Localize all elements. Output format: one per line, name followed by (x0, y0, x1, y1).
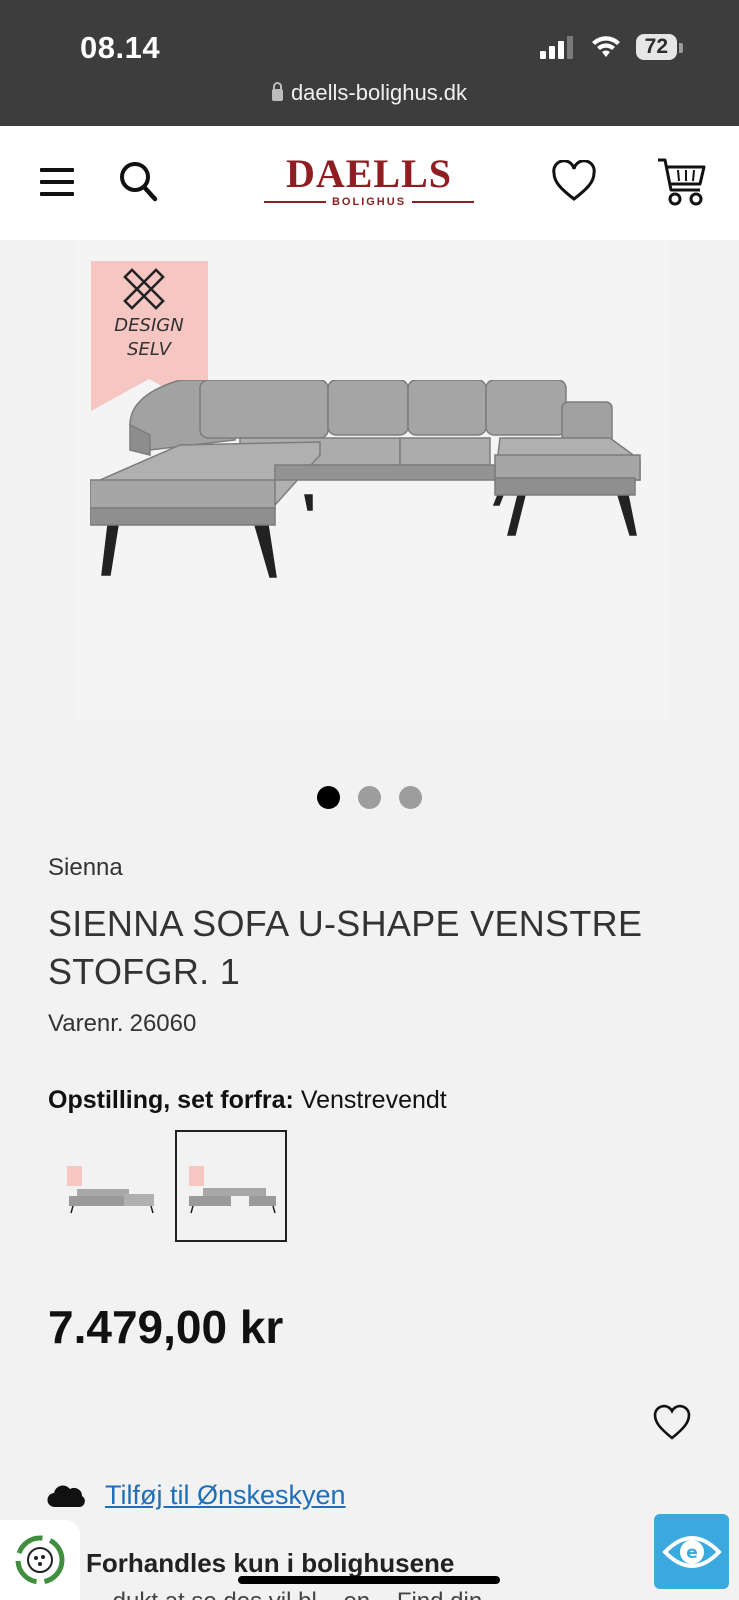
url-bar[interactable]: daells-bolighus.dk (0, 80, 739, 106)
product-brand[interactable]: Sienna (48, 854, 123, 882)
option-selector-label: Opstilling, set forfra: Venstrevendt (48, 1086, 447, 1115)
carousel-dot-1[interactable] (317, 786, 340, 809)
lock-icon (271, 82, 283, 101)
site-header: DAELLS BOLIGHUS (0, 126, 739, 240)
variant-thumbnail-hoejrevendt[interactable] (53, 1130, 165, 1242)
signal-icon (539, 36, 573, 59)
status-bar: 08.14 72 daells-bolighus.dk (0, 0, 739, 126)
carousel-dots (0, 786, 739, 809)
wifi-icon (591, 36, 620, 57)
logo-wordmark: DAELLS (285, 151, 453, 196)
accessibility-eye-button[interactable]: e (654, 1514, 729, 1589)
recycle-badge[interactable] (0, 1520, 80, 1600)
add-to-wishlist-heart-icon[interactable] (652, 1403, 692, 1441)
sku-label: Varenr. (48, 1010, 124, 1037)
availability-headline: Forhandles kun i bolighusene (86, 1548, 455, 1578)
badge-text-line1: DESIGN (114, 315, 183, 336)
product-image-sofa (90, 380, 641, 578)
menu-icon[interactable] (40, 168, 74, 204)
sku-value: 26060 (129, 1010, 197, 1037)
svg-text:e: e (686, 1543, 698, 1563)
option-name: Opstilling, set forfra: (48, 1086, 294, 1114)
search-icon[interactable] (118, 160, 158, 202)
url-text: daells-bolighus.dk (290, 80, 468, 105)
home-indicator (238, 1576, 500, 1584)
availability-subline: ... dukt at se des vil bl... en... Find … (86, 1588, 502, 1600)
product-sku: Varenr. 26060 (48, 1010, 196, 1038)
wishlist-heart-icon[interactable] (551, 160, 597, 202)
product-title: SIENNA SOFA U-SHAPE VENSTRE STOFGR. 1 (48, 903, 643, 992)
variant-thumbnail-image (67, 1166, 154, 1214)
variant-thumbnail-image (189, 1166, 276, 1214)
variant-thumbnail-venstrevendt[interactable] (175, 1130, 287, 1242)
product-price: 7.479,00 kr (48, 1301, 284, 1353)
site-logo[interactable]: DAELLS BOLIGHUS (264, 154, 474, 208)
cloud-icon (47, 1484, 85, 1507)
carousel-dot-2[interactable] (358, 786, 381, 809)
cart-icon[interactable] (656, 156, 708, 208)
eye-icon: e (661, 1535, 722, 1568)
status-icons: 72 (539, 34, 684, 60)
badge-text-line2: SELV (127, 339, 173, 360)
option-value: Venstrevendt (300, 1086, 447, 1114)
carousel-dot-3[interactable] (399, 786, 422, 809)
recycle-icon (15, 1535, 65, 1585)
logo-subtitle: BOLIGHUS (331, 196, 407, 208)
clock: 08.14 (80, 30, 161, 65)
battery-indicator: 72 (635, 34, 684, 60)
wishlist-cloud-row: Tilføj til Ønskeskyen (47, 1480, 346, 1511)
add-to-wishlist-cloud-link[interactable]: Tilføj til Ønskeskyen (105, 1480, 346, 1511)
